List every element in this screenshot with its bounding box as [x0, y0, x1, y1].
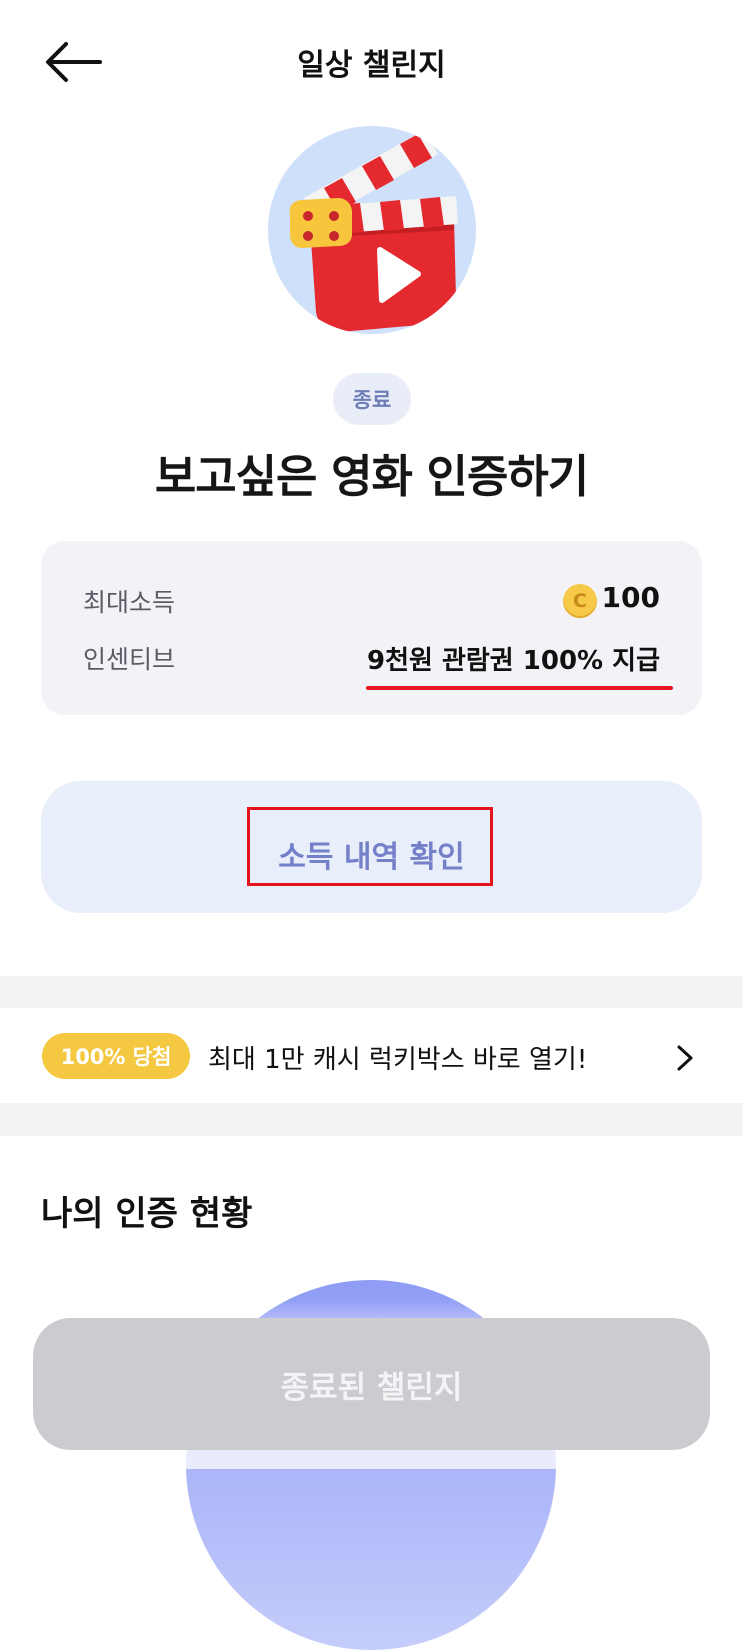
incentive-label: 인센티브: [83, 645, 176, 674]
ended-challenge-button[interactable]: 종료된 챌린지: [33, 1318, 710, 1450]
lucky-box-text: 최대 1만 캐시 럭키박스 바로 열기!: [208, 1045, 588, 1075]
chevron-right-icon[interactable]: [675, 1044, 695, 1072]
page-title: 일상 챌린지: [297, 48, 446, 83]
section-divider: [0, 976, 743, 1008]
highlight-box: [247, 807, 493, 886]
ended-challenge-label: 종료된 챌린지: [280, 1369, 463, 1406]
my-status-title: 나의 인증 현황: [41, 1194, 253, 1234]
highlight-underline: [366, 686, 673, 690]
coin-icon: C: [563, 584, 597, 618]
max-income-value: 100: [601, 581, 660, 614]
incentive-value: 9천원 관람권 100% 지급: [366, 646, 660, 676]
status-badge: 종료: [333, 373, 411, 425]
challenge-title: 보고싶은 영화 인증하기: [154, 450, 589, 503]
win-badge: 100% 당첨: [42, 1033, 190, 1079]
max-income-label: 최대소득: [83, 588, 176, 617]
section-divider: [0, 1103, 743, 1136]
movie-clapperboard-icon: [268, 126, 476, 334]
